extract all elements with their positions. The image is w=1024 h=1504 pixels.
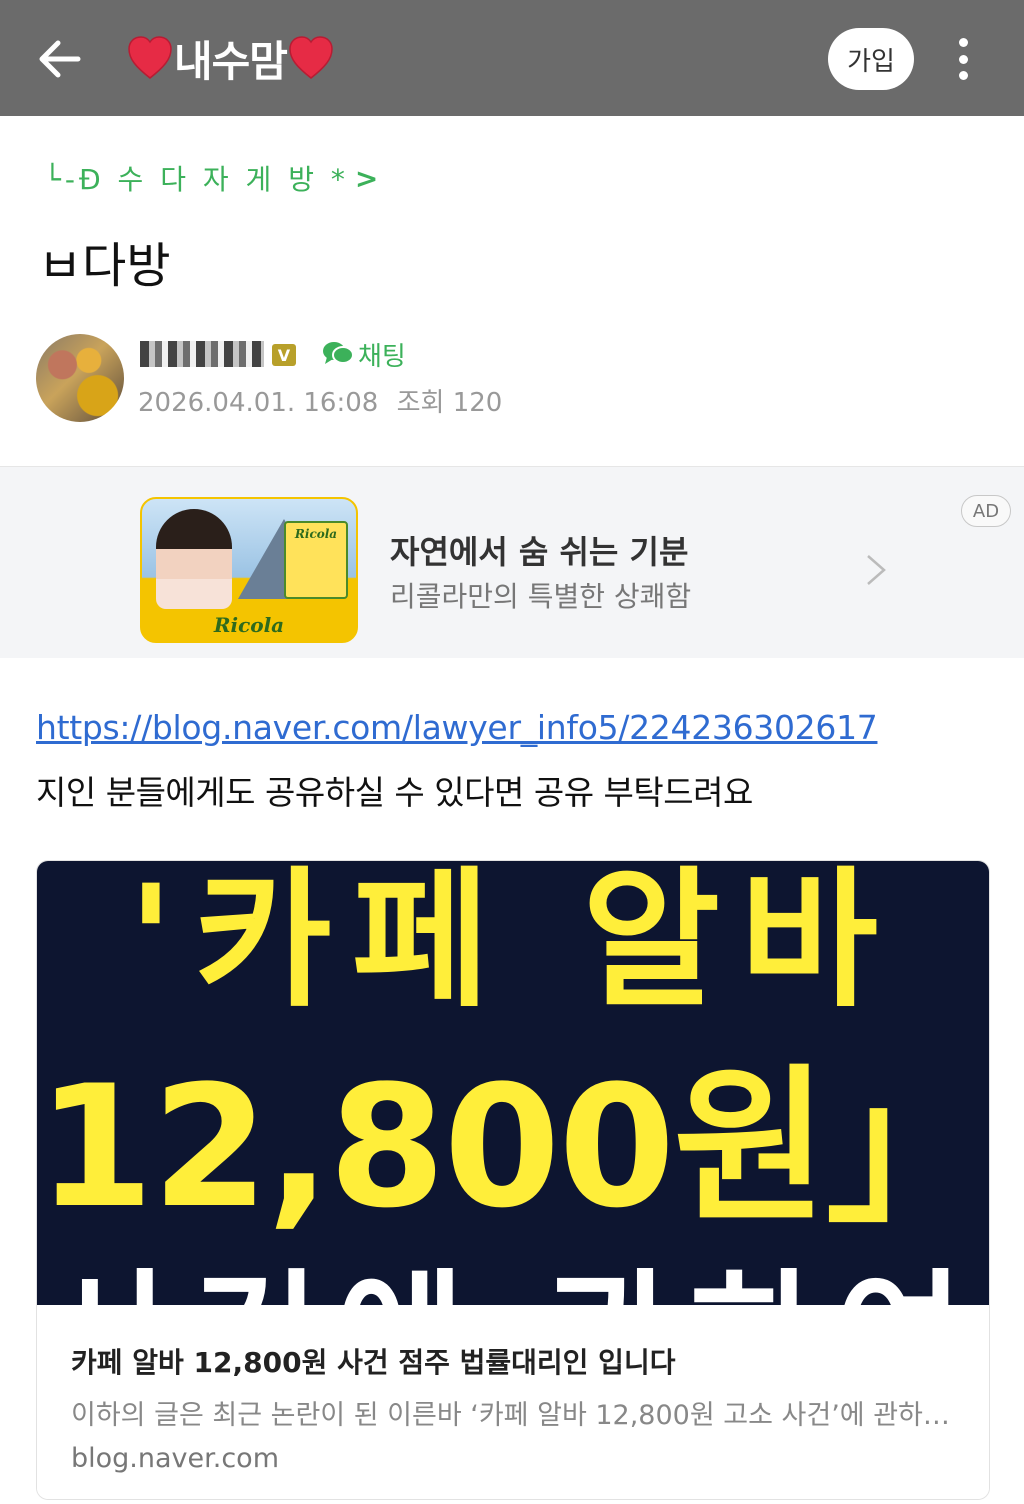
- ad-image: Ricola Ricola: [140, 497, 358, 643]
- ad-subtitle: 리콜라만의 특별한 상쾌함: [390, 580, 692, 613]
- link-preview-domain: blog.naver.com: [71, 1443, 279, 1474]
- board-breadcrumb[interactable]: └-Đ 수 다 자 게 방 * >: [44, 158, 382, 198]
- thumbnail-text-line: '카페 알바: [127, 861, 899, 1028]
- arrow-left-icon: [39, 40, 81, 78]
- heart-icon: [289, 36, 333, 79]
- author-avatar[interactable]: [36, 334, 124, 422]
- chat-bubble-icon: [323, 342, 354, 364]
- cafe-title[interactable]: 내수맘: [126, 28, 335, 88]
- link-preview-thumbnail: '카페 알바 12,800원」 사건에 관하여: [37, 861, 989, 1305]
- chat-label: 채팅: [358, 341, 406, 372]
- post-meta: 2026.04.01. 16:08 조회 120: [138, 382, 512, 419]
- link-preview-card[interactable]: '카페 알바 12,800원」 사건에 관하여 카페 알바 12,800원 사건…: [36, 860, 990, 1500]
- app-header: 내수맘 가입: [0, 0, 1024, 116]
- vertical-dots-icon: [958, 38, 968, 47]
- cafe-name: 내수맘: [174, 36, 288, 86]
- ad-logo: Ricola: [213, 613, 285, 637]
- view-count: 조회 120: [396, 388, 503, 418]
- ad-banner[interactable]: Ricola Ricola 자연에서 숨 쉬는 기분 리콜라만의 특별한 상쾌함…: [0, 466, 1024, 658]
- post-title: ㅂ다방: [38, 238, 171, 294]
- ad-title: 자연에서 숨 쉬는 기분: [390, 533, 689, 571]
- link-preview-info: 카페 알바 12,800원 사건 점주 법률대리인 입니다 이하의 글은 최근 …: [37, 1305, 989, 1499]
- more-options-button[interactable]: [940, 34, 986, 84]
- back-button[interactable]: [30, 30, 88, 88]
- link-preview-description: 이하의 글은 최근 논란이 된 이른바 ‘카페 알바 12,800원 고소 사건…: [71, 1400, 955, 1431]
- post-link[interactable]: https://blog.naver.com/lawyer_info5/2242…: [36, 708, 878, 747]
- ad-badge[interactable]: AD: [961, 495, 1011, 527]
- post-body-text: 지인 분들에게도 공유하실 수 있다면 공유 부탁드려요: [36, 773, 753, 812]
- chat-button[interactable]: 채팅: [322, 336, 406, 372]
- heart-icon: [128, 36, 172, 79]
- link-preview-title: 카페 알바 12,800원 사건 점주 법률대리인 입니다: [71, 1346, 676, 1379]
- join-button[interactable]: 가입: [828, 28, 914, 90]
- thumbnail-text-line: 사건에 관하여: [37, 1225, 989, 1305]
- author-nickname-blurred: [140, 341, 264, 367]
- board-name: └-Đ 수 다 자 게 방 *: [44, 163, 349, 196]
- chevron-right-icon: [867, 555, 886, 585]
- thumbnail-text-line: 12,800원」: [37, 1049, 989, 1245]
- verified-badge-icon: V: [272, 344, 296, 366]
- author-nickname[interactable]: [140, 338, 264, 370]
- post-date: 2026.04.01. 16:08: [138, 388, 379, 418]
- chevron-right-icon: >: [354, 161, 383, 195]
